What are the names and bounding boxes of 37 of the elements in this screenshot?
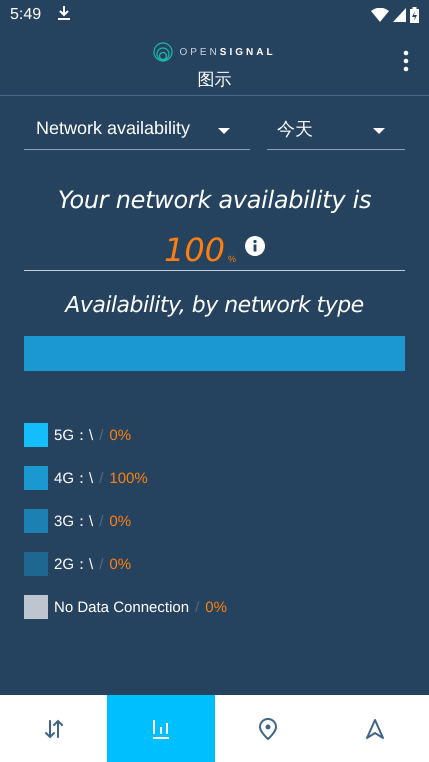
legend-label: 5G：\ <box>54 426 94 444</box>
separator-slash: / <box>99 426 104 444</box>
status-time: 5:49 <box>10 6 42 24</box>
location-pin-icon <box>258 716 278 740</box>
legend-value: 0% <box>205 598 227 616</box>
dropdown-caret-icon <box>373 128 385 134</box>
metric-dropdown[interactable]: Network availability <box>24 108 250 150</box>
legend-value: 100% <box>109 470 148 486</box>
signal-icon <box>393 8 406 22</box>
headline: Your network availability is <box>56 186 372 214</box>
separator-slash: / <box>99 470 104 486</box>
separator-slash: / <box>195 598 200 616</box>
separator-slash: / <box>99 512 104 530</box>
period-dropdown[interactable]: 今天 <box>267 108 405 150</box>
battery-charging-icon <box>410 7 419 23</box>
separator-slash: / <box>99 556 104 572</box>
legend-value: 0% <box>109 512 132 530</box>
legend-value: 0% <box>109 556 132 572</box>
dropdown-caret-icon <box>218 128 230 134</box>
wifi-icon <box>371 8 389 22</box>
logo-icon <box>153 42 174 62</box>
more-options-icon[interactable] <box>403 50 409 72</box>
legend-label: 3G：\ <box>54 512 94 530</box>
percent-unit: % <box>228 254 236 264</box>
section-title: Availability, by network type <box>63 293 365 318</box>
navigation-arrow-icon <box>364 718 386 740</box>
legend-label: 4G：\ <box>54 468 94 488</box>
logo-text: OPEN SIGNAL <box>179 46 276 58</box>
availability-value: 100 <box>164 234 226 266</box>
sort-arrows-icon <box>42 718 65 740</box>
bar-chart-icon <box>150 718 171 740</box>
legend-value: 0% <box>109 426 132 444</box>
download-icon <box>57 4 72 20</box>
legend-label: 2G：\ <box>54 554 94 574</box>
legend-label: No Data Connection <box>54 598 190 616</box>
info-icon[interactable] <box>245 236 266 256</box>
page-title: 图示 <box>198 69 232 91</box>
